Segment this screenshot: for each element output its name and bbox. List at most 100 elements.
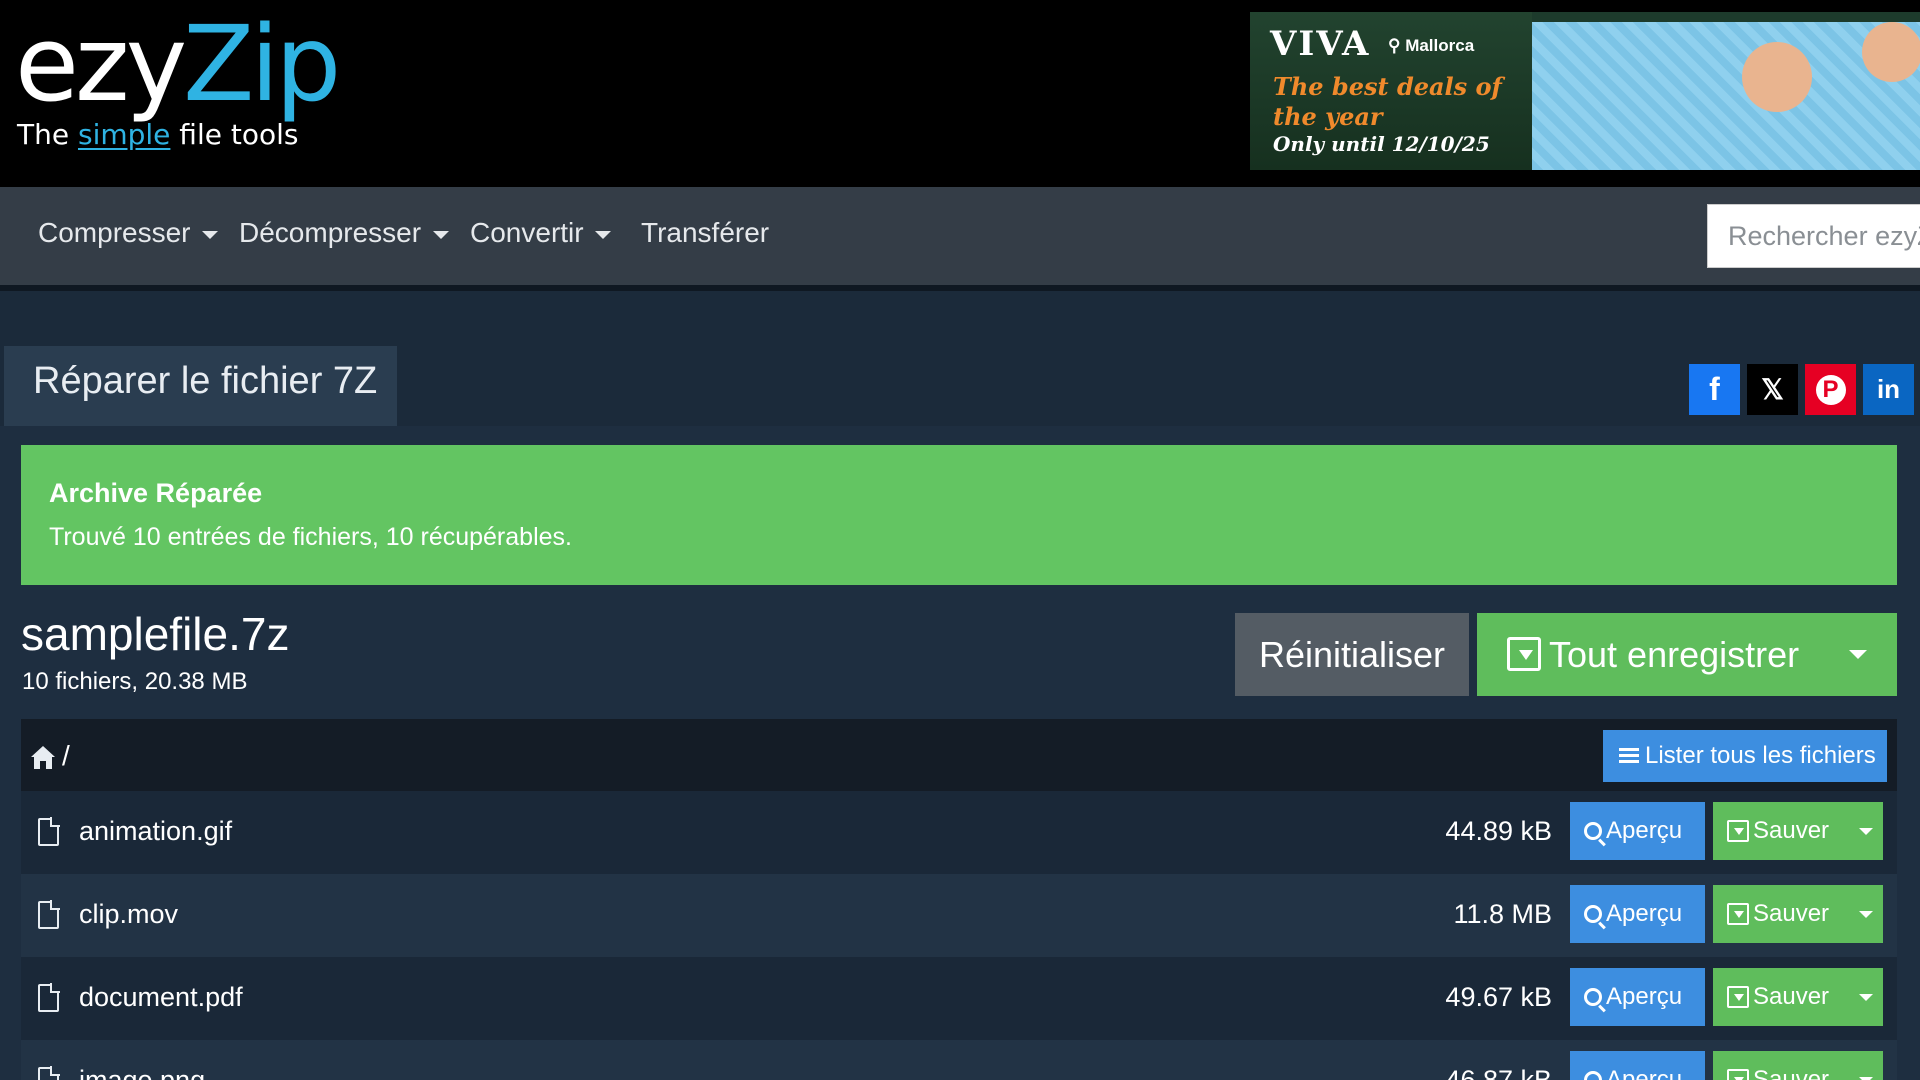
x-icon: 𝕏 xyxy=(1761,374,1784,405)
chevron-down-icon xyxy=(432,230,449,239)
home-icon[interactable] xyxy=(30,744,56,770)
file-size: 44.89 kB xyxy=(1445,816,1552,846)
save-all-label: Tout enregistrer xyxy=(1549,634,1800,675)
tagline-simple: simple xyxy=(77,118,171,151)
file-size: 11.8 MB xyxy=(1453,899,1552,929)
tagline-before: The xyxy=(17,118,78,151)
logo-wordmark: ezyZip xyxy=(15,12,341,116)
ad-photo-person xyxy=(1862,22,1920,82)
archive-name: samplefile.7z xyxy=(21,608,290,660)
logo-ezy: ezy xyxy=(15,3,187,125)
chevron-down-icon xyxy=(595,230,612,239)
file-name[interactable]: document.pdf xyxy=(79,982,243,1013)
preview-label: Aperçu xyxy=(1606,1066,1683,1080)
chevron-down-icon[interactable] xyxy=(1859,911,1873,918)
file-icon xyxy=(38,817,60,846)
file-row: clip.mov 11.8 MB Aperçu Sauver xyxy=(21,874,1897,957)
preview-label: Aperçu xyxy=(1606,900,1683,927)
nav-convertir-label: Convertir xyxy=(470,217,584,248)
ad-deal-text: The best deals of the year xyxy=(1273,72,1502,131)
save-label: Sauver xyxy=(1753,817,1830,844)
file-icon xyxy=(38,983,60,1012)
download-icon xyxy=(1727,820,1749,842)
file-row: document.pdf 49.67 kB Aperçu Sauver xyxy=(21,957,1897,1040)
file-icon xyxy=(38,1066,60,1080)
chevron-down-icon[interactable] xyxy=(1859,994,1873,1001)
success-alert: Archive Réparée Trouvé 10 entrées de fic… xyxy=(21,445,1897,585)
main-navbar: Compresser Décompresser Convertir Transf… xyxy=(0,187,1920,285)
search-input[interactable]: Rechercher ezyZip xyxy=(1707,204,1920,268)
file-name[interactable]: clip.mov xyxy=(79,899,178,930)
nav-decompresser-label: Décompresser xyxy=(239,217,422,248)
breadcrumb-path: / xyxy=(62,740,70,771)
save-label: Sauver xyxy=(1753,900,1830,927)
x-share-button[interactable]: 𝕏 xyxy=(1747,364,1798,415)
nav-convertir[interactable]: Convertir xyxy=(470,217,612,249)
search-icon xyxy=(1584,988,1602,1006)
preview-label: Aperçu xyxy=(1606,983,1683,1010)
pinterest-share-button[interactable]: P xyxy=(1805,364,1856,415)
search-icon xyxy=(1584,1071,1602,1080)
reset-button[interactable]: Réinitialiser xyxy=(1235,613,1469,696)
archive-meta: 10 fichiers, 20.38 MB xyxy=(22,668,248,695)
file-row: animation.gif 44.89 kB Aperçu Sauver xyxy=(21,791,1897,874)
advertisement-banner[interactable]: VIVA ⚲ Mallorca The best deals of the ye… xyxy=(1250,12,1920,170)
linkedin-icon: in xyxy=(1876,374,1901,404)
ad-pool-photo xyxy=(1532,22,1920,170)
file-name[interactable]: image.png xyxy=(79,1065,205,1080)
preview-label: Aperçu xyxy=(1606,817,1683,844)
save-button[interactable]: Sauver xyxy=(1713,1051,1883,1080)
ad-location: ⚲ Mallorca xyxy=(1388,36,1474,56)
chevron-down-icon[interactable] xyxy=(1849,650,1867,659)
chevron-down-icon xyxy=(202,230,219,239)
location-pin-icon: ⚲ xyxy=(1388,36,1401,55)
ad-brand: VIVA xyxy=(1270,24,1371,64)
preview-button[interactable]: Aperçu xyxy=(1570,802,1705,860)
nav-compresser[interactable]: Compresser xyxy=(38,217,219,249)
nav-decompresser[interactable]: Décompresser xyxy=(239,217,449,249)
nav-transferer-label: Transférer xyxy=(641,217,770,248)
save-label: Sauver xyxy=(1753,1066,1830,1080)
top-header: ezyZip The simple file tools VIVA ⚲ Mall… xyxy=(0,0,1920,187)
list-all-files-button[interactable]: Lister tous les fichiers xyxy=(1603,730,1887,782)
search-icon xyxy=(1584,822,1602,840)
ad-location-label: Mallorca xyxy=(1405,36,1475,55)
save-button[interactable]: Sauver xyxy=(1713,885,1883,943)
ad-text-panel: VIVA ⚲ Mallorca The best deals of the ye… xyxy=(1250,12,1532,170)
divider xyxy=(0,285,1920,291)
search-icon xyxy=(1584,905,1602,923)
logo-tagline: The simple file tools xyxy=(17,118,337,151)
alert-title: Archive Réparée xyxy=(49,478,263,508)
ad-until-text: Only until 12/10/25 xyxy=(1273,132,1490,156)
save-all-button[interactable]: Tout enregistrer xyxy=(1477,613,1897,696)
alert-message: Trouvé 10 entrées de fichiers, 10 récupé… xyxy=(49,523,572,551)
ad-photo-person xyxy=(1742,42,1812,112)
save-label: Sauver xyxy=(1753,983,1830,1010)
nav-compresser-label: Compresser xyxy=(38,217,191,248)
pinterest-icon: P xyxy=(1815,374,1846,405)
save-button[interactable]: Sauver xyxy=(1713,802,1883,860)
download-icon xyxy=(1507,637,1541,671)
save-button[interactable]: Sauver xyxy=(1713,968,1883,1026)
preview-button[interactable]: Aperçu xyxy=(1570,1051,1705,1080)
nav-transferer[interactable]: Transférer xyxy=(641,217,769,249)
download-icon xyxy=(1727,903,1749,925)
chevron-down-icon[interactable] xyxy=(1859,828,1873,835)
file-icon xyxy=(38,900,60,929)
file-row: image.png 46.87 kB Aperçu Sauver xyxy=(21,1040,1897,1080)
file-name[interactable]: animation.gif xyxy=(79,816,232,847)
file-size: 49.67 kB xyxy=(1445,982,1552,1012)
list-icon xyxy=(1619,748,1639,764)
page-title: Réparer le fichier 7Z xyxy=(4,346,397,426)
file-size: 46.87 kB xyxy=(1445,1065,1552,1080)
facebook-icon: f xyxy=(1709,371,1720,407)
logo-zip: Zip xyxy=(183,3,341,125)
linkedin-share-button[interactable]: in xyxy=(1863,364,1914,415)
ezyzip-logo[interactable]: ezyZip The simple file tools xyxy=(15,12,341,151)
download-icon xyxy=(1727,1069,1749,1080)
preview-button[interactable]: Aperçu xyxy=(1570,968,1705,1026)
tagline-after: file tools xyxy=(170,118,299,151)
facebook-share-button[interactable]: f xyxy=(1689,364,1740,415)
preview-button[interactable]: Aperçu xyxy=(1570,885,1705,943)
download-icon xyxy=(1727,986,1749,1008)
